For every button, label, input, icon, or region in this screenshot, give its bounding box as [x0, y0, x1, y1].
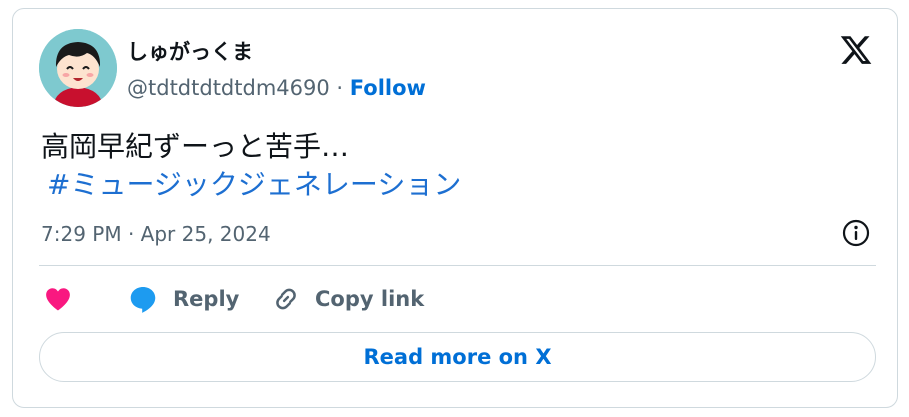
separator-dot: · [336, 76, 344, 100]
link-icon [276, 288, 296, 310]
hashtag-link[interactable]: #ミュージックジェネレーション [47, 167, 461, 203]
x-logo-icon[interactable] [839, 33, 873, 67]
reply-button[interactable]: Reply [127, 281, 239, 317]
tweet-timestamp[interactable]: 7:29 PM · Apr 25, 2024 [41, 221, 271, 247]
tweet-card: しゅがっくま @tdtdtdtdtdm4690 · Follow 高岡早紀ずーっ… [12, 8, 898, 408]
user-handle[interactable]: @tdtdtdtdtdm4690 [127, 76, 330, 100]
reply-bubble-icon [130, 287, 156, 313]
info-icon[interactable] [841, 218, 871, 248]
read-more-button[interactable]: Read more on X [39, 332, 876, 382]
copy-link-label: Copy link [315, 287, 425, 311]
handle-row: @tdtdtdtdtdm4690 · Follow [127, 75, 426, 101]
divider [39, 265, 876, 266]
display-name[interactable]: しゅがっくま [127, 39, 253, 65]
tweet-text: 高岡早紀ずーっと苦手… [41, 130, 350, 163]
reply-label: Reply [173, 287, 240, 311]
avatar[interactable] [39, 29, 117, 107]
like-button[interactable] [43, 281, 73, 317]
copy-link-button[interactable]: Copy link [271, 281, 424, 317]
follow-button[interactable]: Follow [350, 76, 426, 100]
heart-icon [46, 288, 70, 311]
avatar-illustration [39, 29, 117, 107]
